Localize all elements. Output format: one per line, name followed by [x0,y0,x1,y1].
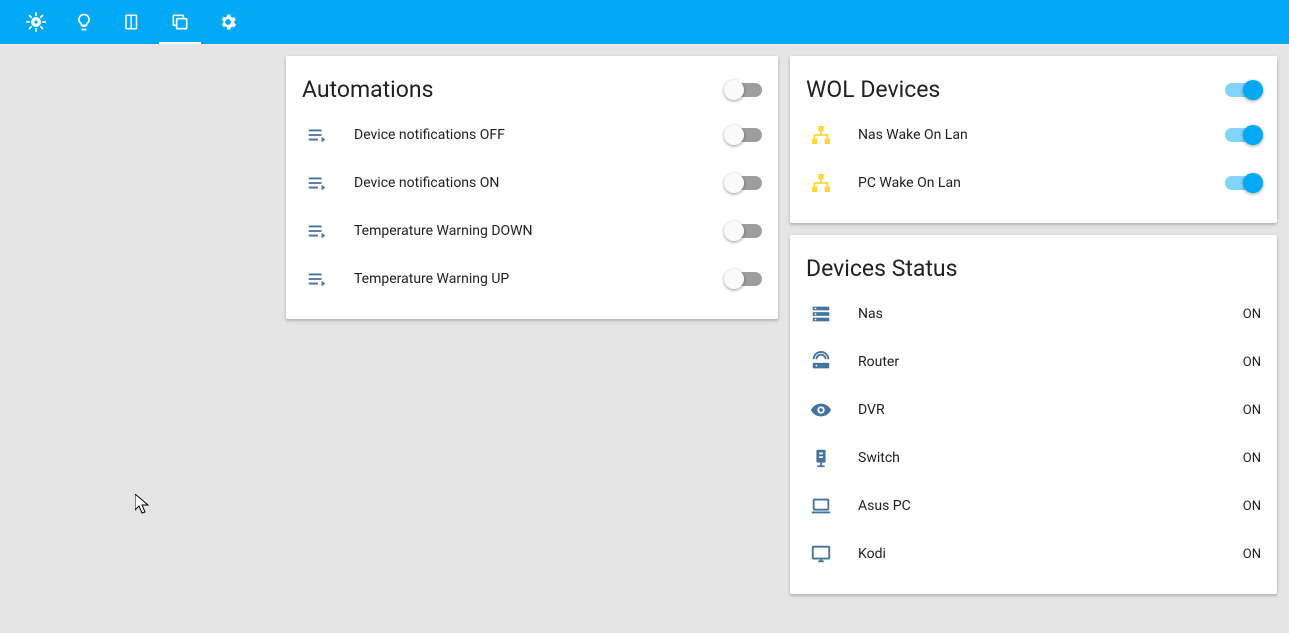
wol-master-toggle[interactable] [1225,83,1261,97]
automation-label[interactable]: Device notifications ON [342,175,726,191]
wol-row: PC Wake On Lan [806,159,1261,207]
automation-label[interactable]: Temperature Warning DOWN [342,223,726,239]
automation-row: Device notifications OFF [302,111,762,159]
server-icon [806,303,846,325]
device-label[interactable]: Nas [846,306,1243,322]
devices-title: Devices Status [806,255,957,282]
automation-row: Temperature Warning DOWN [302,207,762,255]
device-row: DVR ON [806,386,1261,434]
nav-brightness-icon[interactable] [12,0,60,44]
nav-copy-icon[interactable] [156,0,204,44]
network-icon [806,124,846,146]
automation-toggle[interactable] [726,224,762,238]
nav-bulb-icon[interactable] [60,0,108,44]
device-status: ON [1243,307,1261,322]
automation-toggle[interactable] [726,272,762,286]
monitor-icon [806,543,846,565]
automation-row: Temperature Warning UP [302,255,762,303]
automation-toggle[interactable] [726,128,762,142]
nav-panel-icon[interactable] [108,0,156,44]
automation-toggle[interactable] [726,176,762,190]
automations-title: Automations [302,76,433,103]
wol-title: WOL Devices [806,76,940,103]
automation-row: Device notifications ON [302,159,762,207]
device-row: Nas ON [806,290,1261,338]
automations-master-toggle[interactable] [726,83,762,97]
top-nav [0,0,1289,44]
device-status: ON [1243,499,1261,514]
wol-card: WOL Devices Nas Wake On Lan PC Wake On L… [790,56,1277,223]
device-row: Kodi ON [806,530,1261,578]
device-row: Asus PC ON [806,482,1261,530]
device-row: Switch ON [806,434,1261,482]
automation-icon [302,172,342,194]
wol-toggle[interactable] [1225,128,1261,142]
right-column: WOL Devices Nas Wake On Lan PC Wake On L… [790,56,1277,594]
device-label[interactable]: Switch [846,450,1243,466]
nav-gear-icon[interactable] [204,0,252,44]
network-icon [806,172,846,194]
automation-label[interactable]: Temperature Warning UP [342,271,726,287]
automation-icon [302,124,342,146]
device-status: ON [1243,355,1261,370]
automations-card: Automations Device notifications OFF Dev… [286,56,778,319]
device-status: ON [1243,451,1261,466]
device-label[interactable]: Kodi [846,546,1243,562]
left-column: Automations Device notifications OFF Dev… [286,56,778,594]
automation-icon [302,220,342,242]
switch-icon [806,447,846,469]
automations-header: Automations [302,76,762,103]
router-icon [806,351,846,373]
eye-icon [806,399,846,421]
device-label[interactable]: Router [846,354,1243,370]
wol-toggle[interactable] [1225,176,1261,190]
device-status: ON [1243,547,1261,562]
device-status: ON [1243,403,1261,418]
device-row: Router ON [806,338,1261,386]
wol-label[interactable]: Nas Wake On Lan [846,127,1225,143]
wol-header: WOL Devices [806,76,1261,103]
automation-label[interactable]: Device notifications OFF [342,127,726,143]
devices-card: Devices Status Nas ON Router ON [790,235,1277,594]
wol-label[interactable]: PC Wake On Lan [846,175,1225,191]
dashboard-content: Automations Device notifications OFF Dev… [0,44,1289,606]
wol-row: Nas Wake On Lan [806,111,1261,159]
laptop-icon [806,495,846,517]
device-label[interactable]: Asus PC [846,498,1243,514]
device-label[interactable]: DVR [846,402,1243,418]
automation-icon [302,268,342,290]
devices-header: Devices Status [806,255,1261,282]
